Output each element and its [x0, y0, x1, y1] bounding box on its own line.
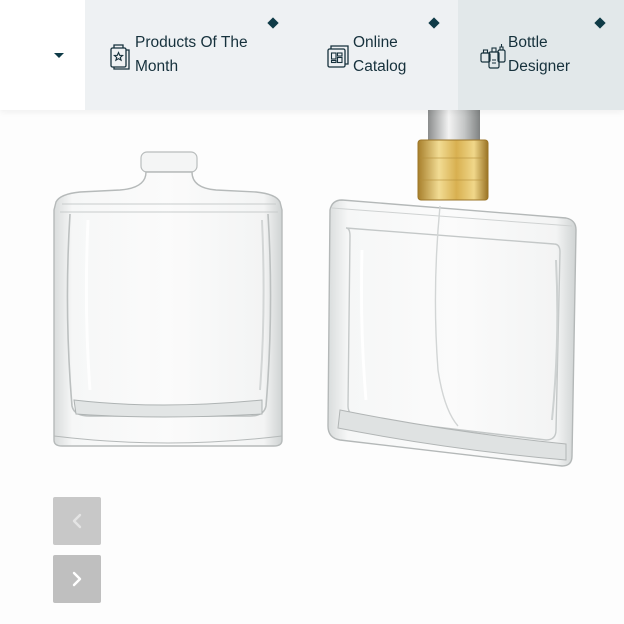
- top-navigation: Products Of The Month Online Catalog Bot…: [0, 0, 624, 110]
- product-image-area: [0, 110, 624, 624]
- slider-next-button[interactable]: [53, 555, 101, 603]
- chevron-left-icon: [72, 513, 82, 529]
- catalog-icon: [325, 40, 351, 70]
- nav-item-online-catalog[interactable]: Online Catalog: [291, 0, 458, 110]
- diamond-icon: [267, 17, 279, 29]
- slider-prev-button[interactable]: [53, 497, 101, 545]
- diamond-icon: [428, 17, 440, 29]
- nav-item-label-line2: Catalog: [353, 58, 407, 75]
- product-photo: [53, 110, 577, 467]
- nav-item-label-line1: Bottle: [508, 34, 548, 51]
- nav-item-products-of-the-month[interactable]: Products Of The Month: [85, 0, 291, 110]
- nav-left-panel: [0, 0, 85, 110]
- star-bottle-icon: [107, 40, 133, 70]
- bottle-designer-icon: [480, 40, 506, 70]
- perfume-bottle-right: [327, 110, 577, 467]
- chevron-right-icon: [72, 571, 82, 587]
- nav-item-label-line2: Month: [135, 58, 179, 75]
- diamond-icon: [594, 17, 606, 29]
- nav-item-label-line2: Designer: [508, 58, 571, 75]
- nav-item-label-line1: Products Of The: [135, 34, 248, 51]
- dropdown-caret-icon[interactable]: [50, 48, 68, 62]
- glass-bottle-left: [53, 151, 283, 447]
- nav-item-bottle-designer[interactable]: Bottle Designer: [458, 0, 624, 110]
- nav-item-label-line1: Online: [353, 34, 398, 51]
